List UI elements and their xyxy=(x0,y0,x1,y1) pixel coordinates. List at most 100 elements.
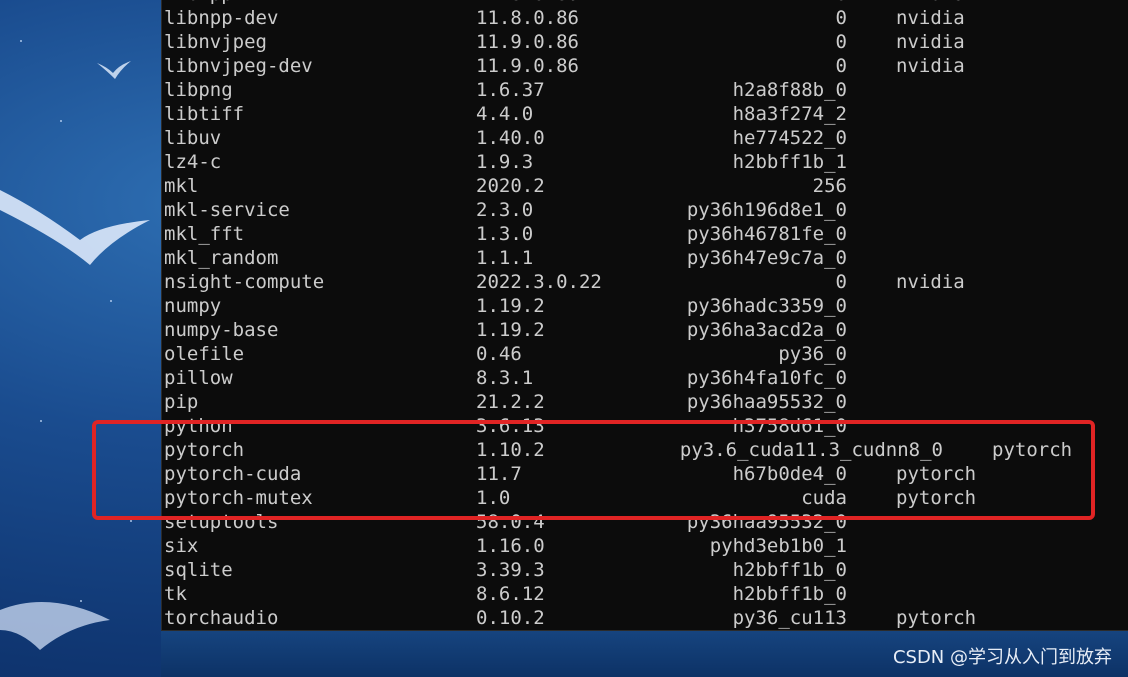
package-build: py36haa95532_0 xyxy=(686,391,847,413)
package-row: torchaudio 0.10.2 py36_cu113 pytorch xyxy=(162,606,1128,630)
package-name: pytorch xyxy=(164,439,245,461)
package-row: libnvjpeg-dev 11.9.0.86 0 nvidia xyxy=(162,54,1128,78)
package-version: 1.16.0 xyxy=(476,535,545,557)
package-version: 11.9.0.86 xyxy=(476,31,579,53)
package-row: tk 8.6.12 h2bbff1b_0 xyxy=(162,582,1128,606)
terminal-window[interactable]: libnpp11.8.0.860nvidialibnpp-dev11.8.0.8… xyxy=(161,0,1128,631)
package-build: py36h47e9c7a_0 xyxy=(686,247,847,269)
package-build: he774522_0 xyxy=(732,127,847,149)
package-name: mkl_fft xyxy=(164,223,245,245)
package-version: 3.39.3 xyxy=(476,559,545,581)
package-build: 0 xyxy=(835,7,847,29)
package-version: 1.1.1 xyxy=(476,247,534,269)
package-channel: nvidia xyxy=(896,271,965,293)
package-name: numpy-base xyxy=(164,319,279,341)
package-version: 1.40.0 xyxy=(476,127,545,149)
package-version: 0.10.2 xyxy=(476,607,545,629)
package-row: pytorch-cuda 11.7 h67b0de4_0 pytorch xyxy=(162,462,1128,486)
package-row: pytorch-mutex 1.0 cuda pytorch xyxy=(162,486,1128,510)
package-build: 0 xyxy=(835,31,847,53)
package-version: 1.6.37 xyxy=(476,79,545,101)
package-row: sqlite 3.39.3 h2bbff1b_0 xyxy=(162,558,1128,582)
package-name: mkl-service xyxy=(164,199,290,221)
package-row: numpy 1.19.2 py36hadc3359_0 xyxy=(162,294,1128,318)
package-row: lz4-c 1.9.3 h2bbff1b_1 xyxy=(162,150,1128,174)
package-version: 8.6.12 xyxy=(476,583,545,605)
package-name: six xyxy=(164,535,199,557)
package-build: py36hadc3359_0 xyxy=(686,295,847,317)
package-name: sqlite xyxy=(164,559,233,581)
package-version: 1.19.2 xyxy=(476,295,545,317)
package-channel: pytorch xyxy=(896,607,977,629)
package-name: olefile xyxy=(164,343,245,365)
package-name: python xyxy=(164,415,233,437)
package-row: pytorch 1.10.2 py3.6_cuda11.3_cudnn8_0 pyto… xyxy=(162,438,1128,462)
package-name: tk xyxy=(164,583,187,605)
package-name: pytorch-mutex xyxy=(164,487,313,509)
package-row: libnpp-dev 11.8.0.86 0 nvidia xyxy=(162,6,1128,30)
package-row: mkl-service 2.3.0 py36h196d8e1_0 xyxy=(162,198,1128,222)
package-row: six 1.16.0 pyhd3eb1b0_1 xyxy=(162,534,1128,558)
package-build: py36h4fa10fc_0 xyxy=(686,367,847,389)
package-build: py36_cu113 xyxy=(732,607,847,629)
package-channel: pytorch xyxy=(992,439,1073,461)
package-build: h67b0de4_0 xyxy=(732,463,847,485)
package-build: h8a3f274_2 xyxy=(732,103,847,125)
package-row: nsight-compute 2022.3.0.22 0 nvidia xyxy=(162,270,1128,294)
package-name: mkl_random xyxy=(164,247,279,269)
package-version: 1.10.2 xyxy=(476,439,545,461)
package-channel: nvidia xyxy=(896,55,965,77)
package-version: 21.2.2 xyxy=(476,391,545,413)
package-row: olefile 0.46 py36_0 xyxy=(162,342,1128,366)
package-row: mkl_random 1.1.1 py36h47e9c7a_0 xyxy=(162,246,1128,270)
package-row: setuptools 58.0.4 py36haa95532_0 xyxy=(162,510,1128,534)
package-build: h2bbff1b_0 xyxy=(732,559,847,581)
package-name: pillow xyxy=(164,367,233,389)
package-build: 0 xyxy=(835,55,847,77)
package-version: 58.0.4 xyxy=(476,511,545,533)
package-version: 2022.3.0.22 xyxy=(476,271,602,293)
package-name: nsight-compute xyxy=(164,271,325,293)
package-name: libpng xyxy=(164,79,233,101)
package-row: libtiff 4.4.0 h8a3f274_2 xyxy=(162,102,1128,126)
package-build: h2bbff1b_0 xyxy=(732,583,847,605)
package-row: numpy-base 1.19.2 py36ha3acd2a_0 xyxy=(162,318,1128,342)
package-build: py3.6_cuda11.3_cudnn8_0 xyxy=(679,439,943,461)
package-channel: nvidia xyxy=(896,31,965,53)
package-build: h2bbff1b_1 xyxy=(732,151,847,173)
seagull-icon-bottom xyxy=(0,602,110,650)
package-name: pip xyxy=(164,391,199,413)
package-row: mkl_fft 1.3.0 py36h46781fe_0 xyxy=(162,222,1128,246)
package-name: libuv xyxy=(164,127,222,149)
package-build: py36h196d8e1_0 xyxy=(686,199,847,221)
seagull-icon xyxy=(0,190,150,265)
package-channel: nvidia xyxy=(896,7,965,29)
package-name: torchaudio xyxy=(164,607,279,629)
package-build: py36_0 xyxy=(778,343,847,365)
package-build: py36ha3acd2a_0 xyxy=(686,319,847,341)
package-name: pytorch-cuda xyxy=(164,463,302,485)
package-version: 4.4.0 xyxy=(476,103,534,125)
package-name: libnvjpeg-dev xyxy=(164,55,313,77)
package-build: py36h46781fe_0 xyxy=(686,223,847,245)
package-name: mkl xyxy=(164,175,199,197)
package-row: python 3.6.13 h3758d61_0 xyxy=(162,414,1128,438)
package-row: pip 21.2.2 py36haa95532_0 xyxy=(162,390,1128,414)
package-version: 11.7 xyxy=(476,463,522,485)
package-name: numpy xyxy=(164,295,222,317)
package-row: libpng 1.6.37 h2a8f88b_0 xyxy=(162,78,1128,102)
package-build: cuda xyxy=(801,487,847,509)
package-name: setuptools xyxy=(164,511,279,533)
package-channel: pytorch xyxy=(896,463,977,485)
package-version: 2020.2 xyxy=(476,175,545,197)
package-row: libnvjpeg 11.9.0.86 0 nvidia xyxy=(162,30,1128,54)
package-version: 11.8.0.86 xyxy=(476,7,579,29)
package-version: 2.3.0 xyxy=(476,199,534,221)
package-version: 1.19.2 xyxy=(476,319,545,341)
package-version: 8.3.1 xyxy=(476,367,534,389)
package-row: mkl 2020.2 256 xyxy=(162,174,1128,198)
package-build: h3758d61_0 xyxy=(732,415,847,437)
package-row: libuv 1.40.0 he774522_0 xyxy=(162,126,1128,150)
package-name: libtiff xyxy=(164,103,245,125)
package-build: pyhd3eb1b0_1 xyxy=(709,535,847,557)
